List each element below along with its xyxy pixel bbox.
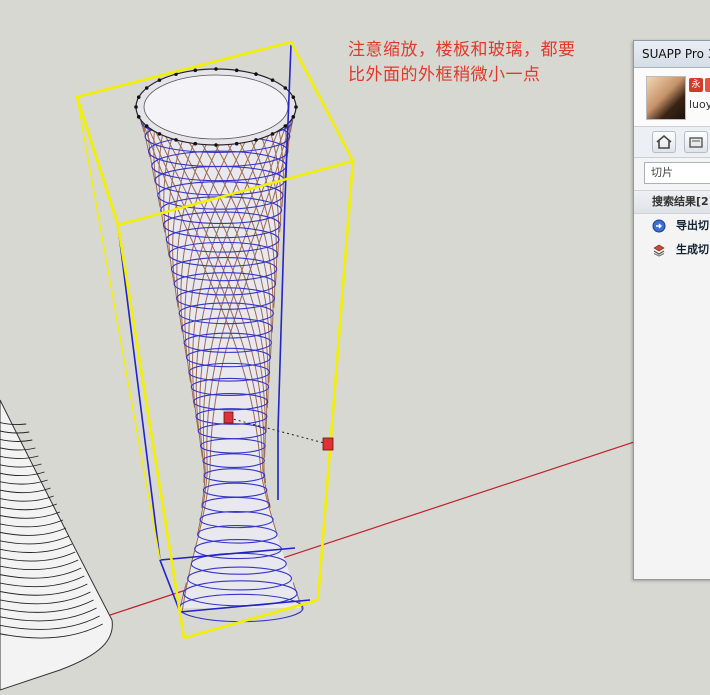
avatar[interactable] (646, 76, 686, 120)
top-vertex-point (144, 86, 149, 90)
top-vertex-point (291, 95, 296, 99)
top-vertex-point (234, 141, 239, 146)
level-badge-icon (705, 78, 710, 92)
top-vertex-point (134, 105, 138, 109)
left-cone-model[interactable] (0, 399, 113, 691)
annotation-line-2: 比外面的外框稍微小一点 (348, 65, 541, 85)
result-item-export-slice[interactable]: 导出切 (634, 214, 710, 238)
sketchup-viewport[interactable]: 注意缩放，楼板和玻璃，都要 比外面的外框稍微小一点 (0, 0, 710, 695)
top-vertex-point (157, 132, 162, 136)
top-vertex-point (254, 138, 258, 142)
top-vertex-point (193, 68, 198, 73)
result-item-generate-slice[interactable]: 生成切 (634, 238, 710, 262)
search-input[interactable]: 切片 (644, 162, 710, 184)
top-vertex-point (291, 115, 296, 119)
top-vertex-point (214, 67, 218, 71)
top-vertex-point (294, 105, 298, 109)
top-vertex-point (283, 124, 288, 128)
top-vertex-point (136, 95, 141, 99)
home-icon (656, 134, 672, 149)
library-button[interactable] (684, 131, 708, 153)
annotation-line-1: 注意缩放，楼板和玻璃，都要 (348, 40, 576, 60)
result-label: 生成切 (676, 243, 709, 256)
model-canvas[interactable] (0, 0, 710, 695)
top-vertex-point (144, 124, 149, 128)
suapp-panel[interactable]: SUAPP Pro 3 永 luoy 切片 搜索结果[2 导出切 生成切 (633, 40, 710, 580)
home-button[interactable] (652, 131, 676, 153)
panel-title[interactable]: SUAPP Pro 3 (634, 41, 710, 68)
search-results-header: 搜索结果[2 (634, 190, 710, 214)
top-vertex-point (157, 78, 162, 82)
top-vertex-point (254, 72, 258, 76)
top-vertex-point (234, 68, 239, 73)
generate-slice-icon (653, 244, 665, 257)
vip-badge: 永 (689, 78, 703, 92)
tower-model[interactable] (134, 67, 304, 623)
top-vertex-point (270, 78, 275, 82)
result-label: 导出切 (676, 219, 709, 232)
top-vertex-point (270, 132, 275, 136)
top-vertex-point (193, 141, 198, 146)
top-vertex-point (136, 115, 141, 119)
scale-grip-side[interactable] (322, 437, 334, 451)
export-slice-icon (652, 219, 666, 233)
library-icon (689, 137, 703, 148)
scale-grip-center[interactable] (223, 411, 234, 424)
annotation-note: 注意缩放，楼板和玻璃，都要 比外面的外框稍微小一点 (348, 38, 628, 88)
panel-toolbar (634, 127, 710, 158)
username[interactable]: luoy (689, 98, 710, 111)
top-vertex-point (214, 143, 218, 147)
top-vertex-point (283, 86, 288, 90)
user-info-row: 永 luoy (634, 68, 710, 127)
top-vertex-point (174, 138, 178, 142)
